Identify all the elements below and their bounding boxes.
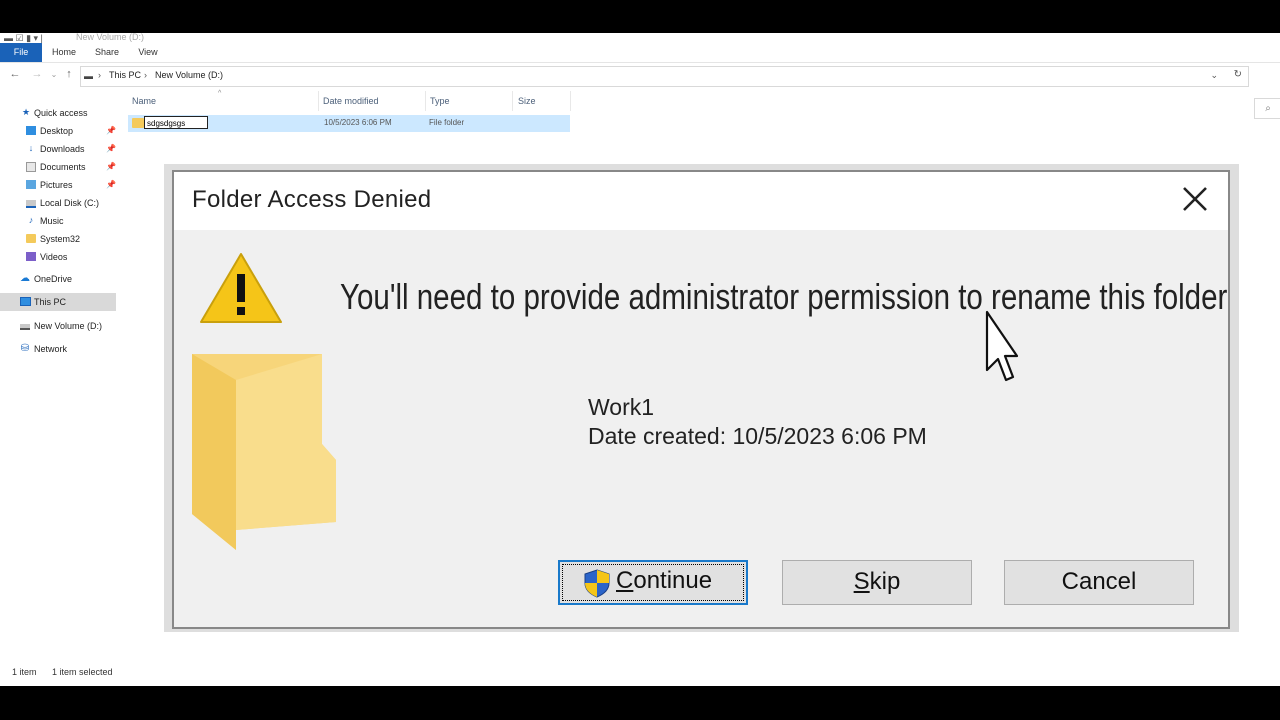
sidebar-item-new-volume[interactable]: New Volume (D:) — [0, 317, 116, 335]
navigation-row: ← → ⌄ ↑ ▬ › This PC › New Volume (D:) ⌄ … — [0, 65, 1280, 119]
navigation-pane: ★ Quick access Desktop 📌 ↓ Downloads 📌 D… — [0, 91, 118, 651]
close-icon[interactable] — [1178, 184, 1212, 218]
continue-button-label: Continue — [616, 567, 713, 594]
drive-icon: ▬ — [84, 71, 93, 81]
item-name: Work1 — [588, 394, 655, 420]
item-date-created: Date created: 10/5/2023 6:06 PM — [588, 423, 927, 449]
sidebar-item-quick-access[interactable]: ★ Quick access — [0, 104, 116, 122]
desktop-icon — [26, 126, 36, 135]
forward-arrow-icon[interactable]: → — [30, 68, 44, 80]
pin-icon: 📌 — [106, 126, 116, 135]
sidebar-item-pictures[interactable]: Pictures 📌 — [0, 176, 116, 194]
warning-icon — [198, 250, 284, 331]
rename-input[interactable]: sdgsdgsgs — [144, 116, 208, 129]
table-row[interactable]: sdgsdgsgs 10/5/2023 6:06 PM File folder — [128, 115, 570, 132]
column-divider[interactable] — [512, 91, 513, 111]
dialog-title-bar: Folder Access Denied — [174, 172, 1228, 230]
breadcrumb-separator-icon: › — [98, 70, 101, 80]
recent-chevron-icon[interactable]: ⌄ — [47, 70, 61, 79]
dialog-title: Folder Access Denied — [192, 186, 432, 213]
drive-icon — [26, 200, 36, 208]
sidebar-item-onedrive[interactable]: ☁ OneDrive — [0, 270, 116, 288]
folder-icon — [186, 354, 346, 559]
sidebar-item-documents[interactable]: Documents 📌 — [0, 158, 116, 176]
network-icon: ⛁ — [20, 343, 30, 354]
cloud-icon: ☁ — [20, 273, 30, 284]
uac-shield-icon — [582, 568, 612, 611]
sidebar-item-local-disk[interactable]: Local Disk (C:) — [0, 194, 116, 212]
window-title: New Volume (D:) — [76, 33, 145, 42]
picture-icon — [26, 180, 36, 189]
pin-icon: 📌 — [106, 144, 116, 153]
status-selected-count: 1 item selected — [52, 667, 113, 677]
sidebar-item-desktop[interactable]: Desktop 📌 — [0, 122, 116, 140]
sidebar-item-music[interactable]: ♪ Music — [0, 212, 116, 230]
refresh-icon[interactable]: ↻ — [1234, 69, 1242, 80]
back-arrow-icon[interactable]: ← — [8, 68, 22, 80]
music-icon: ♪ — [28, 215, 34, 225]
ribbon: File Home Share View — [0, 43, 1280, 63]
skip-button[interactable]: Skip — [782, 560, 972, 605]
pc-icon — [20, 297, 31, 306]
address-bar[interactable]: ▬ › This PC › New Volume (D:) ⌄ ↻ — [80, 66, 1249, 87]
breadcrumb-this-pc[interactable]: This PC — [109, 70, 141, 80]
continue-button[interactable]: Continue — [558, 560, 748, 605]
document-icon — [26, 162, 36, 172]
breadcrumb-separator-icon: › — [144, 70, 147, 80]
tab-file[interactable]: File — [0, 43, 42, 62]
address-dropdown-icon[interactable]: ⌄ — [1210, 70, 1218, 81]
folder-icon — [26, 234, 36, 243]
column-divider[interactable] — [570, 91, 571, 111]
title-bar: ▬ ☑ ▮ ▾ | New Volume (D:) — [0, 33, 1280, 43]
star-icon: ★ — [21, 107, 31, 117]
dialog-message: You'll need to provide administrator per… — [340, 276, 1228, 317]
column-divider[interactable] — [425, 91, 426, 111]
sidebar-item-downloads[interactable]: ↓ Downloads 📌 — [0, 140, 116, 158]
sort-ascending-icon: ^ — [218, 90, 222, 97]
sidebar-item-videos[interactable]: Videos — [0, 248, 116, 266]
tab-home[interactable]: Home — [44, 43, 84, 62]
pin-icon: 📌 — [106, 180, 116, 189]
column-header-date-modified[interactable]: Date modified — [323, 96, 379, 106]
tab-view[interactable]: View — [130, 43, 166, 62]
column-header-size[interactable]: Size — [518, 96, 536, 106]
video-icon — [26, 252, 36, 261]
pin-icon: 📌 — [106, 162, 116, 171]
search-icon[interactable]: ⌕ — [1254, 98, 1280, 119]
sidebar-item-this-pc[interactable]: This PC — [0, 293, 116, 311]
download-icon: ↓ — [28, 143, 34, 153]
file-date-modified: 10/5/2023 6:06 PM — [324, 118, 392, 127]
status-item-count: 1 item — [12, 667, 37, 677]
sidebar-item-system32[interactable]: System32 — [0, 230, 116, 248]
column-divider[interactable] — [318, 91, 319, 111]
drive-icon — [20, 324, 30, 330]
folder-access-denied-dialog: Folder Access Denied You'll need to prov… — [172, 170, 1230, 629]
tab-share[interactable]: Share — [88, 43, 126, 62]
column-header-type[interactable]: Type — [430, 96, 450, 106]
column-header-name[interactable]: Name — [132, 96, 156, 106]
cancel-button[interactable]: Cancel — [1004, 560, 1194, 605]
mouse-pointer-icon — [985, 310, 1019, 391]
up-arrow-icon[interactable]: ↑ — [62, 68, 76, 80]
folder-icon — [132, 118, 144, 128]
file-type: File folder — [429, 118, 465, 127]
sidebar-item-network[interactable]: ⛁ Network — [0, 340, 116, 358]
breadcrumb-new-volume[interactable]: New Volume (D:) — [155, 70, 223, 80]
